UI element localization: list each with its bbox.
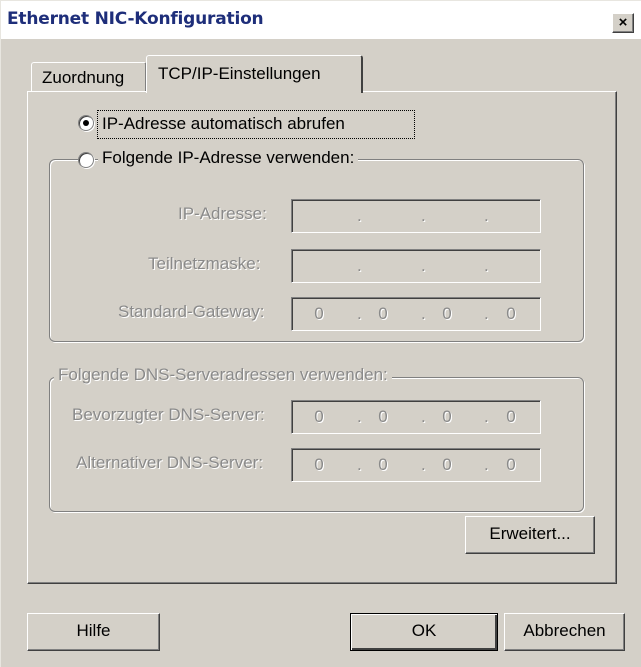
title-bar: Ethernet NIC-Konfiguration ×	[1, 1, 641, 39]
help-button[interactable]: Hilfe	[27, 613, 160, 651]
ip-address-field[interactable]: . . .	[291, 199, 541, 233]
octet: 0	[506, 407, 516, 426]
dns-group-caption: Folgende DNS-Serveradressen verwenden:	[54, 365, 392, 385]
manual-ip-label[interactable]: Folgende IP-Adresse verwenden:	[98, 148, 359, 168]
octet-separator: .	[421, 206, 426, 225]
octet: 0	[314, 455, 324, 474]
preferred-dns-label: Bevorzugter DNS-Server:	[72, 405, 265, 424]
octet: 0	[378, 407, 388, 426]
octet-separator: .	[484, 206, 489, 225]
tab-zuordnung[interactable]: Zuordnung	[31, 62, 147, 91]
window-title: Ethernet NIC-Konfiguration	[7, 9, 264, 29]
octet-separator: .	[484, 304, 489, 323]
octet-separator: .	[357, 256, 362, 275]
dns-group	[49, 377, 584, 512]
octet-separator: .	[484, 455, 489, 474]
dialog-window: Ethernet NIC-Konfiguration × Zuordnung T…	[0, 0, 641, 667]
ok-button[interactable]: OK	[350, 613, 498, 651]
octet-separator: .	[357, 206, 362, 225]
tab-label: Zuordnung	[42, 68, 125, 87]
tab-panel: IP-Adresse automatisch abrufen Folgende …	[27, 91, 617, 584]
octet-separator: .	[421, 256, 426, 275]
cancel-button[interactable]: Abbrechen	[504, 613, 625, 651]
gateway-label: Standard-Gateway:	[118, 302, 265, 321]
octet: 0	[314, 407, 324, 426]
alternate-dns-label: Alternativer DNS-Server:	[76, 453, 264, 472]
subnet-mask-field[interactable]: . . .	[291, 249, 541, 283]
radio-manual-ip[interactable]	[78, 152, 94, 168]
octet: 0	[314, 304, 324, 323]
radio-auto-ip[interactable]	[78, 115, 94, 131]
preferred-dns-field[interactable]: 0 . 0 . 0 . 0	[291, 400, 541, 434]
octet-separator: .	[357, 304, 362, 323]
tab-label: TCP/IP-Einstellungen	[158, 64, 321, 83]
octet: 0	[442, 407, 452, 426]
tab-tcpip-settings[interactable]: TCP/IP-Einstellungen	[146, 55, 363, 93]
gateway-field[interactable]: 0 . 0 . 0 . 0	[291, 297, 541, 331]
octet-separator: .	[421, 407, 426, 426]
subnet-mask-label: Teilnetzmaske:	[148, 254, 261, 273]
auto-ip-label[interactable]: IP-Adresse automatisch abrufen	[102, 114, 345, 134]
octet-separator: .	[484, 407, 489, 426]
octet: 0	[506, 304, 516, 323]
octet-separator: .	[357, 407, 362, 426]
close-button[interactable]: ×	[612, 13, 634, 33]
octet: 0	[378, 304, 388, 323]
octet-separator: .	[421, 304, 426, 323]
octet: 0	[506, 455, 516, 474]
octet: 0	[442, 455, 452, 474]
octet-separator: .	[421, 455, 426, 474]
octet-separator: .	[357, 455, 362, 474]
alternate-dns-field[interactable]: 0 . 0 . 0 . 0	[291, 448, 541, 482]
advanced-button[interactable]: Erweitert...	[465, 516, 595, 554]
octet-separator: .	[484, 256, 489, 275]
close-icon: ×	[618, 14, 628, 31]
octet: 0	[442, 304, 452, 323]
octet: 0	[378, 455, 388, 474]
ip-address-label: IP-Adresse:	[178, 204, 267, 223]
